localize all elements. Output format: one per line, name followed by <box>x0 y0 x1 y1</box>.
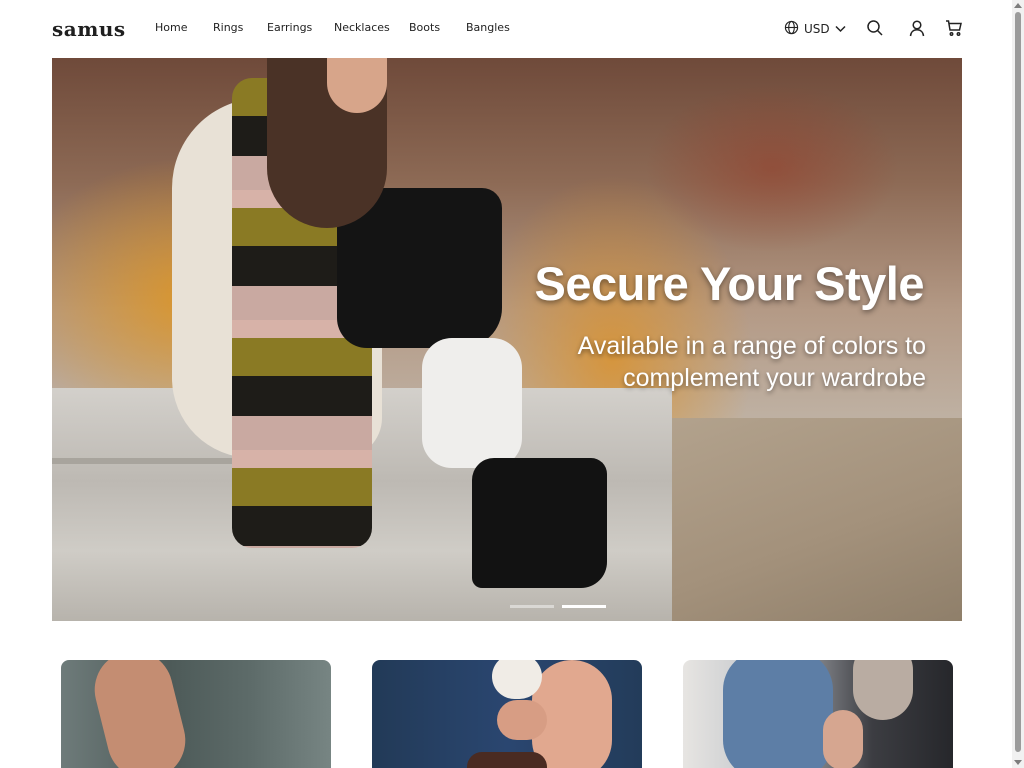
product-image <box>723 660 833 768</box>
product-image-boot <box>467 752 547 768</box>
slide-indicators <box>510 605 606 608</box>
product-card[interactable] <box>372 660 642 768</box>
scroll-thumb[interactable] <box>1015 12 1021 752</box>
product-card[interactable] <box>61 660 331 768</box>
nav-home[interactable]: Home <box>155 21 187 34</box>
product-card[interactable] <box>683 660 953 768</box>
hero-image-step-edge <box>52 458 252 464</box>
product-image-sleeve <box>492 660 542 699</box>
site-logo[interactable]: samus <box>52 17 126 41</box>
nav-earrings[interactable]: Earrings <box>267 21 312 34</box>
nav-bangles[interactable]: Bangles <box>466 21 510 34</box>
product-image-hand <box>497 700 547 740</box>
globe-icon <box>784 20 799 38</box>
nav-necklaces[interactable]: Necklaces <box>334 21 390 34</box>
scrollbar[interactable] <box>1012 0 1024 768</box>
cart-icon <box>945 19 965 37</box>
product-image <box>86 660 194 768</box>
chevron-down-icon <box>835 22 846 36</box>
nav-rings[interactable]: Rings <box>213 21 243 34</box>
slide-dot-2[interactable] <box>562 605 606 608</box>
product-cards <box>61 660 953 768</box>
hero-banner[interactable]: Secure Your Style Available in a range o… <box>52 58 962 621</box>
currency-selector[interactable]: USD <box>784 20 846 38</box>
search-icon <box>866 19 886 37</box>
user-icon <box>908 19 928 37</box>
cart-button[interactable] <box>945 19 965 39</box>
nav-boots[interactable]: Boots <box>409 21 440 34</box>
scroll-up-arrow-icon[interactable] <box>1014 3 1022 8</box>
hero-title: Secure Your Style <box>534 257 925 310</box>
account-button[interactable] <box>908 19 928 39</box>
hero-subtitle: Available in a range of colors to comple… <box>577 332 926 392</box>
slide-dot-1[interactable] <box>510 605 554 608</box>
currency-label: USD <box>804 22 830 36</box>
hero-image-boot <box>472 458 607 588</box>
site-header: samus Home Rings Earrings Necklaces Boot… <box>0 0 1012 58</box>
product-image-coat <box>853 660 913 720</box>
search-button[interactable] <box>866 19 886 39</box>
product-image-hand <box>823 710 863 768</box>
scroll-down-arrow-icon[interactable] <box>1014 760 1022 765</box>
